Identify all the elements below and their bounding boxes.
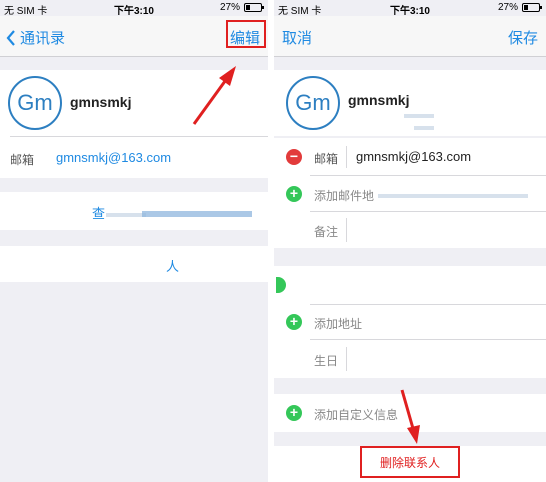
- divider: [310, 304, 546, 305]
- battery-indicator: 27%: [219, 2, 264, 13]
- email-value[interactable]: gmnsmkj@163.com: [56, 150, 171, 165]
- blurred-text: [142, 211, 252, 217]
- add-email-label[interactable]: 添加邮件地: [314, 187, 374, 204]
- email-edit-row: − 邮箱 gmnsmkj@163.com: [274, 138, 546, 176]
- contact-header: Gm gmnsmkj: [274, 70, 546, 136]
- add-custom-row[interactable]: + 添加自定义信息: [274, 394, 546, 432]
- email-label[interactable]: 邮箱: [314, 150, 338, 167]
- add-icon[interactable]: +: [286, 186, 302, 202]
- add-email-row[interactable]: + 添加邮件地: [274, 176, 546, 212]
- divider: [10, 136, 268, 137]
- save-button[interactable]: 保存: [508, 27, 538, 48]
- back-button[interactable]: 通讯录: [6, 27, 65, 48]
- battery-icon: [244, 3, 264, 12]
- birthday-label[interactable]: 生日: [314, 352, 338, 369]
- battery-percent: 27%: [219, 2, 240, 13]
- contact-header: Gm gmnsmkj: [0, 70, 268, 136]
- battery-icon: [522, 3, 542, 12]
- divider: [346, 146, 347, 168]
- add-icon[interactable]: +: [286, 405, 302, 421]
- divider: [346, 347, 347, 371]
- blurred-text: [378, 194, 528, 198]
- contact-name[interactable]: gmnsmkj: [348, 92, 409, 108]
- battery-percent: 27%: [497, 2, 518, 13]
- notes-row[interactable]: 备注: [274, 212, 546, 248]
- action-row[interactable]: 查: [0, 192, 268, 230]
- action-label[interactable]: 查: [92, 203, 105, 222]
- battery-indicator: 27%: [497, 2, 542, 13]
- blurred-text: [106, 213, 146, 217]
- add-address-row[interactable]: + 添加地址: [274, 304, 546, 340]
- email-field[interactable]: gmnsmkj@163.com: [356, 149, 471, 164]
- blurred-text: [414, 126, 434, 130]
- contact-detail-screen: 无 SIM 卡 下午3:10 27% 通讯录 编辑 Gm gmnsmkj 邮箱 …: [0, 0, 268, 482]
- delete-contact-button[interactable]: 删除联系人: [360, 454, 460, 471]
- status-bar: 无 SIM 卡 下午3:10 27%: [274, 0, 546, 17]
- avatar: Gm: [8, 76, 62, 130]
- divider: [346, 218, 347, 242]
- status-bar: 无 SIM 卡 下午3:10 27%: [0, 0, 268, 17]
- add-icon[interactable]: [276, 277, 286, 293]
- edit-contact-screen: 无 SIM 卡 下午3:10 27% 取消 保存 Gm gmnsmkj − 邮箱…: [274, 0, 546, 482]
- add-custom-label[interactable]: 添加自定义信息: [314, 406, 398, 423]
- notes-label[interactable]: 备注: [314, 223, 338, 240]
- navigation-bar: 取消 保存: [274, 16, 546, 57]
- remove-icon[interactable]: −: [286, 149, 302, 165]
- birthday-row[interactable]: 生日: [274, 340, 546, 378]
- contact-name: gmnsmkj: [70, 94, 132, 110]
- email-row[interactable]: 邮箱 gmnsmkj@163.com: [0, 136, 268, 178]
- action-row[interactable]: 人: [0, 246, 268, 282]
- blurred-text: [404, 114, 434, 118]
- add-icon[interactable]: +: [286, 314, 302, 330]
- add-row[interactable]: [274, 266, 546, 304]
- avatar[interactable]: Gm: [286, 76, 340, 130]
- chevron-left-icon: [6, 29, 15, 46]
- email-label: 邮箱: [10, 153, 35, 167]
- cancel-button[interactable]: 取消: [282, 27, 312, 48]
- edit-highlight-box: [226, 20, 266, 48]
- back-label: 通讯录: [20, 30, 66, 47]
- add-address-label[interactable]: 添加地址: [314, 315, 362, 332]
- action-label[interactable]: 人: [166, 256, 179, 275]
